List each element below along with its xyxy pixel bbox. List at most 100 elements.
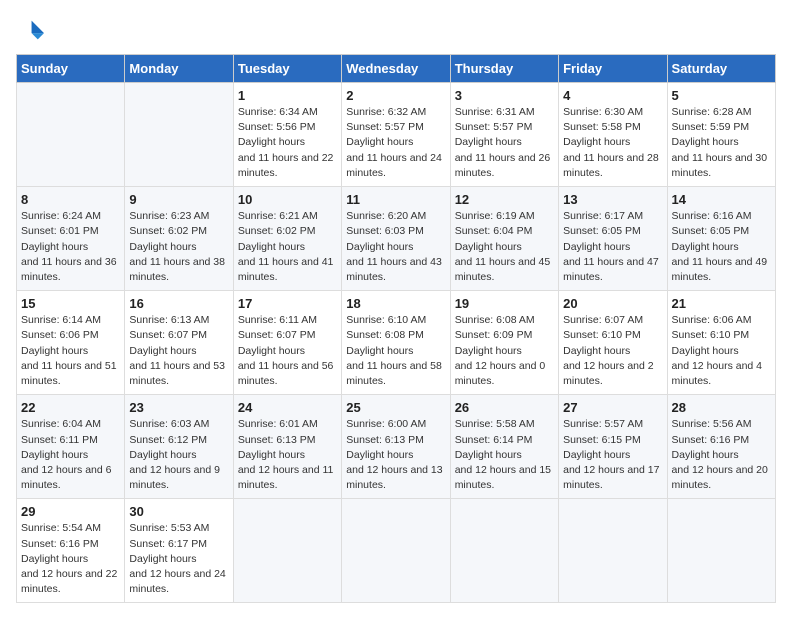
day-number: 17 bbox=[238, 296, 337, 311]
calendar-cell: 9 Sunrise: 6:23 AMSunset: 6:02 PMDaylight… bbox=[125, 187, 233, 291]
day-detail: Sunrise: 6:06 AMSunset: 6:10 PMDaylight … bbox=[672, 313, 771, 389]
weekday-header-tuesday: Tuesday bbox=[233, 55, 341, 83]
calendar-cell: 23 Sunrise: 6:03 AMSunset: 6:12 PMDayligh… bbox=[125, 395, 233, 499]
logo-icon bbox=[16, 16, 44, 44]
day-detail: Sunrise: 5:54 AMSunset: 6:16 PMDaylight … bbox=[21, 521, 120, 597]
day-detail: Sunrise: 6:28 AMSunset: 5:59 PMDaylight … bbox=[672, 105, 771, 181]
calendar-cell: 22 Sunrise: 6:04 AMSunset: 6:11 PMDayligh… bbox=[17, 395, 125, 499]
calendar-cell: 11Sunrise: 6:20 AMSunset: 6:03 PMDayligh… bbox=[342, 187, 450, 291]
calendar-cell bbox=[450, 499, 558, 603]
day-number: 15 bbox=[21, 296, 120, 311]
calendar-cell bbox=[233, 499, 341, 603]
calendar-cell: 3 Sunrise: 6:31 AMSunset: 5:57 PMDaylight… bbox=[450, 83, 558, 187]
calendar-week-2: 8 Sunrise: 6:24 AMSunset: 6:01 PMDaylight… bbox=[17, 187, 776, 291]
calendar-cell: 4 Sunrise: 6:30 AMSunset: 5:58 PMDaylight… bbox=[559, 83, 667, 187]
day-number: 20 bbox=[563, 296, 662, 311]
day-number: 2 bbox=[346, 88, 445, 103]
calendar-week-4: 22 Sunrise: 6:04 AMSunset: 6:11 PMDayligh… bbox=[17, 395, 776, 499]
day-number: 30 bbox=[129, 504, 228, 519]
weekday-header-friday: Friday bbox=[559, 55, 667, 83]
calendar-cell: 25 Sunrise: 6:00 AMSunset: 6:13 PMDayligh… bbox=[342, 395, 450, 499]
calendar-cell: 28Sunrise: 5:56 AMSunset: 6:16 PMDayligh… bbox=[667, 395, 775, 499]
day-number: 4 bbox=[563, 88, 662, 103]
calendar-cell: 18 Sunrise: 6:10 AMSunset: 6:08 PMDayligh… bbox=[342, 291, 450, 395]
day-detail: Sunrise: 6:14 AMSunset: 6:06 PMDaylight … bbox=[21, 313, 120, 389]
weekday-header-row: SundayMondayTuesdayWednesdayThursdayFrid… bbox=[17, 55, 776, 83]
day-detail: Sunrise: 6:10 AMSunset: 6:08 PMDaylight … bbox=[346, 313, 445, 389]
day-number: 25 bbox=[346, 400, 445, 415]
calendar-cell: 14 Sunrise: 6:16 AMSunset: 6:05 PMDayligh… bbox=[667, 187, 775, 291]
day-detail: Sunrise: 5:58 AMSunset: 6:14 PMDaylight … bbox=[455, 417, 554, 493]
day-number: 13 bbox=[563, 192, 662, 207]
day-detail: Sunrise: 5:57 AMSunset: 6:15 PMDaylight … bbox=[563, 417, 662, 493]
day-detail: Sunrise: 6:00 AMSunset: 6:13 PMDaylight … bbox=[346, 417, 445, 493]
day-detail: Sunrise: 6:34 AMSunset: 5:56 PMDaylight … bbox=[238, 105, 337, 181]
calendar-cell: 27 Sunrise: 5:57 AMSunset: 6:15 PMDayligh… bbox=[559, 395, 667, 499]
calendar-cell bbox=[125, 83, 233, 187]
calendar-cell bbox=[667, 499, 775, 603]
day-number: 22 bbox=[21, 400, 120, 415]
calendar-cell: 16 Sunrise: 6:13 AMSunset: 6:07 PMDayligh… bbox=[125, 291, 233, 395]
calendar-cell: 12Sunrise: 6:19 AMSunset: 6:04 PMDayligh… bbox=[450, 187, 558, 291]
day-number: 8 bbox=[21, 192, 120, 207]
day-number: 16 bbox=[129, 296, 228, 311]
day-detail: Sunrise: 6:23 AMSunset: 6:02 PMDaylight … bbox=[129, 209, 228, 285]
calendar-cell: 10 Sunrise: 6:21 AMSunset: 6:02 PMDayligh… bbox=[233, 187, 341, 291]
day-number: 23 bbox=[129, 400, 228, 415]
calendar-cell: 26 Sunrise: 5:58 AMSunset: 6:14 PMDayligh… bbox=[450, 395, 558, 499]
day-number: 3 bbox=[455, 88, 554, 103]
day-detail: Sunrise: 6:04 AMSunset: 6:11 PMDaylight … bbox=[21, 417, 120, 493]
calendar-cell: 21 Sunrise: 6:06 AMSunset: 6:10 PMDayligh… bbox=[667, 291, 775, 395]
day-detail: Sunrise: 6:08 AMSunset: 6:09 PMDaylight … bbox=[455, 313, 554, 389]
weekday-header-saturday: Saturday bbox=[667, 55, 775, 83]
day-number: 29 bbox=[21, 504, 120, 519]
weekday-header-thursday: Thursday bbox=[450, 55, 558, 83]
day-detail: Sunrise: 6:30 AMSunset: 5:58 PMDaylight … bbox=[563, 105, 662, 181]
day-number: 5 bbox=[672, 88, 771, 103]
calendar-cell: 15 Sunrise: 6:14 AMSunset: 6:06 PMDayligh… bbox=[17, 291, 125, 395]
weekday-header-wednesday: Wednesday bbox=[342, 55, 450, 83]
day-number: 21 bbox=[672, 296, 771, 311]
day-number: 18 bbox=[346, 296, 445, 311]
calendar-cell: 1 Sunrise: 6:34 AMSunset: 5:56 PMDaylight… bbox=[233, 83, 341, 187]
calendar-week-5: 29 Sunrise: 5:54 AMSunset: 6:16 PMDayligh… bbox=[17, 499, 776, 603]
calendar-cell bbox=[17, 83, 125, 187]
day-number: 10 bbox=[238, 192, 337, 207]
calendar-week-3: 15 Sunrise: 6:14 AMSunset: 6:06 PMDayligh… bbox=[17, 291, 776, 395]
calendar-cell: 17 Sunrise: 6:11 AMSunset: 6:07 PMDayligh… bbox=[233, 291, 341, 395]
day-number: 14 bbox=[672, 192, 771, 207]
day-number: 27 bbox=[563, 400, 662, 415]
day-detail: Sunrise: 6:17 AMSunset: 6:05 PMDaylight … bbox=[563, 209, 662, 285]
calendar-cell: 29 Sunrise: 5:54 AMSunset: 6:16 PMDayligh… bbox=[17, 499, 125, 603]
day-detail: Sunrise: 6:07 AMSunset: 6:10 PMDaylight … bbox=[563, 313, 662, 389]
calendar-cell: 2 Sunrise: 6:32 AMSunset: 5:57 PMDaylight… bbox=[342, 83, 450, 187]
calendar-cell: 13 Sunrise: 6:17 AMSunset: 6:05 PMDayligh… bbox=[559, 187, 667, 291]
day-detail: Sunrise: 6:03 AMSunset: 6:12 PMDaylight … bbox=[129, 417, 228, 493]
calendar-cell bbox=[342, 499, 450, 603]
calendar-week-1: 1 Sunrise: 6:34 AMSunset: 5:56 PMDaylight… bbox=[17, 83, 776, 187]
day-number: 24 bbox=[238, 400, 337, 415]
day-detail: Sunrise: 6:13 AMSunset: 6:07 PMDaylight … bbox=[129, 313, 228, 389]
weekday-header-sunday: Sunday bbox=[17, 55, 125, 83]
calendar-cell: 24 Sunrise: 6:01 AMSunset: 6:13 PMDayligh… bbox=[233, 395, 341, 499]
day-detail: Sunrise: 6:01 AMSunset: 6:13 PMDaylight … bbox=[238, 417, 337, 493]
calendar-table: SundayMondayTuesdayWednesdayThursdayFrid… bbox=[16, 54, 776, 603]
day-number: 26 bbox=[455, 400, 554, 415]
calendar-cell: 5 Sunrise: 6:28 AMSunset: 5:59 PMDaylight… bbox=[667, 83, 775, 187]
day-number: 19 bbox=[455, 296, 554, 311]
day-detail: Sunrise: 6:21 AMSunset: 6:02 PMDaylight … bbox=[238, 209, 337, 285]
day-detail: Sunrise: 6:11 AMSunset: 6:07 PMDaylight … bbox=[238, 313, 337, 389]
day-number: 9 bbox=[129, 192, 228, 207]
calendar-cell: 30 Sunrise: 5:53 AMSunset: 6:17 PMDayligh… bbox=[125, 499, 233, 603]
day-detail: Sunrise: 5:53 AMSunset: 6:17 PMDaylight … bbox=[129, 521, 228, 597]
calendar-cell: 19 Sunrise: 6:08 AMSunset: 6:09 PMDayligh… bbox=[450, 291, 558, 395]
day-detail: Sunrise: 6:19 AMSunset: 6:04 PMDaylight … bbox=[455, 209, 554, 285]
weekday-header-monday: Monday bbox=[125, 55, 233, 83]
day-number: 11 bbox=[346, 192, 445, 207]
day-detail: Sunrise: 6:16 AMSunset: 6:05 PMDaylight … bbox=[672, 209, 771, 285]
day-number: 1 bbox=[238, 88, 337, 103]
day-detail: Sunrise: 6:31 AMSunset: 5:57 PMDaylight … bbox=[455, 105, 554, 181]
day-detail: Sunrise: 6:24 AMSunset: 6:01 PMDaylight … bbox=[21, 209, 120, 285]
day-detail: Sunrise: 5:56 AMSunset: 6:16 PMDaylight … bbox=[672, 417, 771, 493]
day-detail: Sunrise: 6:32 AMSunset: 5:57 PMDaylight … bbox=[346, 105, 445, 181]
